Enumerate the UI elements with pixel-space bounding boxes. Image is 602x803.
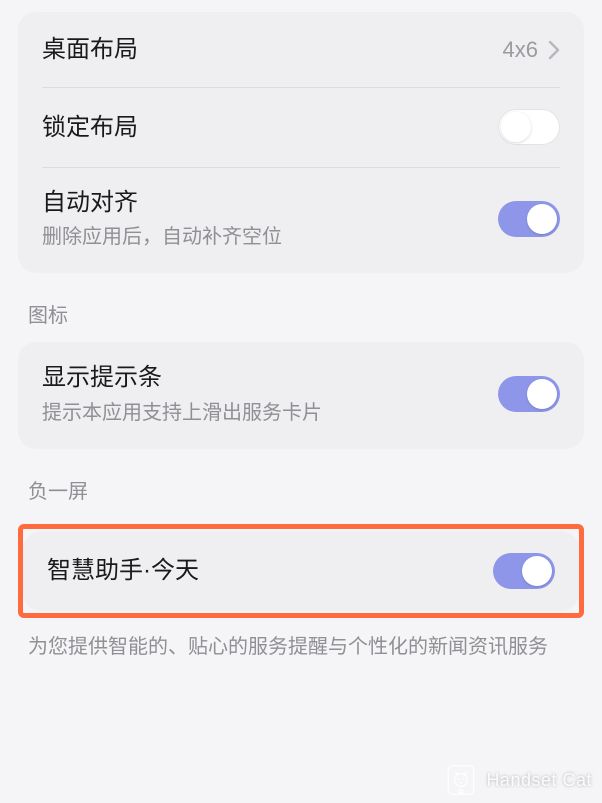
- smart-assistant-desc: 为您提供智能的、贴心的服务提醒与个性化的新闻资讯服务: [18, 618, 584, 663]
- cat-icon: [444, 763, 478, 797]
- desktop-layout-row[interactable]: 桌面布局 4x6: [18, 12, 584, 87]
- layout-settings-card: 桌面布局 4x6 锁定布局 自动对齐 删除应用后，自动补齐空位: [18, 12, 584, 273]
- auto-align-toggle[interactable]: [498, 201, 560, 237]
- show-hint-bar-toggle[interactable]: [498, 376, 560, 412]
- icons-settings-card: 显示提示条 提示本应用支持上滑出服务卡片: [18, 342, 584, 448]
- highlight-frame: 智慧助手·今天: [18, 524, 584, 618]
- auto-align-row: 自动对齐 删除应用后，自动补齐空位: [18, 167, 584, 273]
- auto-align-sub: 删除应用后，自动补齐空位: [42, 224, 498, 251]
- smart-assistant-label: 智慧助手·今天: [47, 555, 493, 586]
- lock-layout-toggle[interactable]: [498, 109, 560, 145]
- smart-assistant-toggle[interactable]: [493, 553, 555, 589]
- desktop-layout-value: 4x6: [503, 37, 538, 63]
- auto-align-label: 自动对齐: [42, 187, 498, 218]
- watermark: Handset Cat: [444, 763, 592, 797]
- show-hint-bar-sub: 提示本应用支持上滑出服务卡片: [42, 400, 498, 427]
- minus-one-screen-header: 负一屏: [18, 449, 584, 518]
- show-hint-bar-label: 显示提示条: [42, 362, 498, 393]
- chevron-right-icon: [548, 40, 560, 60]
- watermark-text: Handset Cat: [486, 770, 592, 791]
- desktop-layout-label: 桌面布局: [42, 34, 503, 65]
- show-hint-bar-row: 显示提示条 提示本应用支持上滑出服务卡片: [18, 342, 584, 448]
- smart-assistant-row: 智慧助手·今天: [23, 531, 579, 611]
- lock-layout-label: 锁定布局: [42, 112, 498, 143]
- smart-assistant-card: 智慧助手·今天: [23, 531, 579, 611]
- icons-section-header: 图标: [18, 273, 584, 342]
- lock-layout-row: 锁定布局: [18, 87, 584, 167]
